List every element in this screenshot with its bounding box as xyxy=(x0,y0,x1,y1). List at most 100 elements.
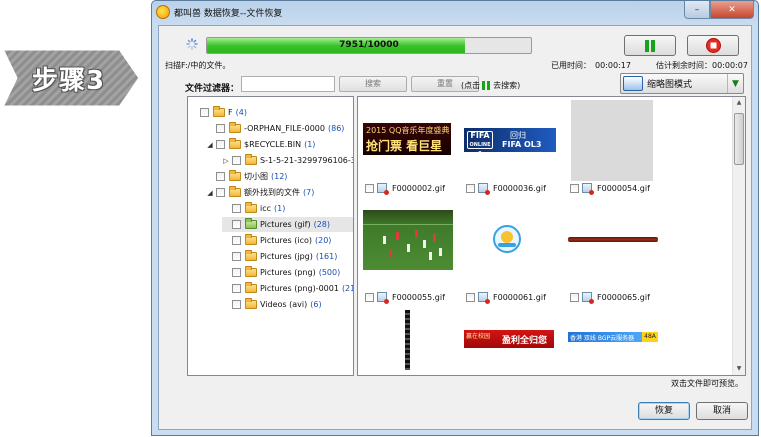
stop-button[interactable] xyxy=(687,35,739,56)
filter-input[interactable] xyxy=(241,76,335,92)
tree-item-count: (1) xyxy=(274,204,286,213)
thumbnail-checkbox[interactable] xyxy=(570,292,579,302)
tree-item[interactable]: Pictures (ico) (20) xyxy=(222,233,331,248)
tree-item[interactable]: Videos (avi) (6) xyxy=(222,297,322,312)
player-figure xyxy=(407,244,410,252)
player-figure xyxy=(423,240,426,248)
tree-expander-icon[interactable]: ◢ xyxy=(206,189,214,197)
tree-item[interactable]: ◢ 额外找到的文件 (7) xyxy=(206,185,314,200)
image-file-icon xyxy=(478,183,490,195)
tree-item-count: (12) xyxy=(271,172,288,181)
tree-item-checkbox[interactable] xyxy=(232,236,241,245)
badge-graphic xyxy=(493,225,521,253)
thumbnail-filename: F0000036.gif xyxy=(493,183,546,193)
tree-item-count: (86) xyxy=(327,124,345,133)
elapsed-value: 00:00:17 xyxy=(595,61,631,70)
folder-icon xyxy=(245,298,257,309)
tree-expander-icon[interactable]: ◢ xyxy=(206,141,214,149)
cancel-button[interactable]: 取消 xyxy=(696,402,748,420)
pause-button[interactable] xyxy=(624,35,676,56)
elapsed-time: 已用时间： 00:00:17 xyxy=(551,60,631,71)
thumbnail-image[interactable] xyxy=(571,100,653,181)
tree-item-checkbox[interactable] xyxy=(232,268,241,277)
folder-icon xyxy=(245,234,257,245)
tree-item-label: Pictures (png)-0001 xyxy=(260,284,339,293)
scrollbar-thumb[interactable] xyxy=(734,113,744,165)
close-window-button[interactable]: ✕ xyxy=(710,1,754,19)
thumbnail-image[interactable] xyxy=(363,210,453,270)
fifa-logo: FIFA ONLINE 3 xyxy=(467,131,493,152)
tree-item-label: 切小图 xyxy=(244,172,268,181)
tree-item-checkbox[interactable] xyxy=(232,220,241,229)
tree-item[interactable]: F (4) xyxy=(190,105,247,120)
folder-icon xyxy=(245,250,257,261)
thumbnail-checkbox[interactable] xyxy=(365,292,374,302)
thumbnail-view-icon xyxy=(623,76,643,91)
search-button[interactable]: 搜索 xyxy=(339,76,407,92)
thumbnail-image[interactable] xyxy=(491,223,523,255)
tree-item[interactable]: Pictures (png)-0001 (21 xyxy=(222,281,354,296)
tree-item-checkbox[interactable] xyxy=(232,204,241,213)
hint-prefix: (点击 xyxy=(461,81,481,90)
recover-button[interactable]: 恢复 xyxy=(638,402,690,420)
tree-item-count: (4) xyxy=(235,108,247,117)
minimize-button[interactable]: – xyxy=(684,1,710,19)
folder-icon xyxy=(229,138,241,149)
banner-line: 香港 双线 BGP云服务器 xyxy=(570,335,635,342)
tree-item-checkbox[interactable] xyxy=(232,284,241,293)
dropdown-arrow-icon[interactable]: ▼ xyxy=(727,74,743,93)
tree-item[interactable]: ◢ $RECYCLE.BIN (1) xyxy=(206,137,315,152)
tree-expander-icon[interactable]: ▷ xyxy=(222,157,230,165)
tree-item-checkbox[interactable] xyxy=(216,172,225,181)
thumbnail-checkbox[interactable] xyxy=(466,292,475,302)
pause-icon xyxy=(482,81,491,90)
image-file-icon xyxy=(377,183,389,195)
tree-item[interactable]: -ORPHAN_FILE-0000 (86) xyxy=(206,121,344,136)
thumbnail-image[interactable]: 赢在校园 盈利全归您 xyxy=(464,330,554,348)
window-title: 都叫兽 数据恢复--文件恢复 xyxy=(174,9,283,19)
thumbnail-image[interactable]: FIFAONLINE 3回归FIFA OL3 xyxy=(464,128,556,152)
tree-item-count: (21 xyxy=(341,284,354,293)
banner-line: 赢在校园 xyxy=(466,333,491,340)
banner-line: 抢门票 看巨星 xyxy=(366,139,443,153)
tree-item-checkbox[interactable] xyxy=(216,140,225,149)
thumbnail-filename: F0000054.gif xyxy=(597,183,650,193)
thumbnail-caption: F0000055.gif xyxy=(365,292,445,304)
tree-item-checkbox[interactable] xyxy=(216,124,225,133)
thumbnail-scrollbar[interactable]: ▲ ▼ xyxy=(732,97,745,375)
tree-item-checkbox[interactable] xyxy=(232,156,241,165)
tree-item[interactable]: Pictures (jpg) (161) xyxy=(222,249,337,264)
thumbnail-image[interactable] xyxy=(405,310,410,370)
thumbnail-filename: F0000065.gif xyxy=(597,292,650,302)
banner-line: 2015 QQ音乐年度盛典 xyxy=(366,126,450,135)
thumbnail-caption: F0000065.gif xyxy=(570,292,650,304)
step-badge: 步骤3 xyxy=(2,44,142,112)
scroll-down-icon[interactable]: ▼ xyxy=(733,363,745,375)
thumbnail-grid[interactable]: ▲ ▼ 2015 QQ音乐年度盛典 抢门票 看巨星 F0000002.gif FIFA… xyxy=(357,96,746,376)
folder-tree[interactable]: F (4) -ORPHAN_FILE-0000 (86) ◢ $RECYCLE.BIN (1… xyxy=(187,96,354,376)
elapsed-label: 已用时间： xyxy=(551,61,591,70)
thumbnail-checkbox[interactable] xyxy=(365,183,374,193)
thumbnail-checkbox[interactable] xyxy=(466,183,475,193)
thumbnail-checkbox[interactable] xyxy=(570,183,579,193)
tree-item[interactable]: ▷ S-1-5-21-3299796106-3 xyxy=(222,153,354,168)
thumbnail-image[interactable]: 香港 双线 BGP云服务器 48A xyxy=(568,332,658,342)
title-bar: 都叫兽 数据恢复--文件恢复 – ✕ xyxy=(152,1,758,23)
scroll-up-icon[interactable]: ▲ xyxy=(733,97,745,109)
view-mode-value: 缩略图模式 xyxy=(647,80,693,90)
tree-item[interactable]: Pictures (png) (500) xyxy=(222,265,340,280)
tree-item-label: Pictures (jpg) xyxy=(260,252,313,261)
tree-item-count: (500) xyxy=(318,268,341,277)
banner-line: ONLINE 3 xyxy=(469,142,491,152)
tree-item-label: S-1-5-21-3299796106-3 xyxy=(260,156,354,165)
thumbnail-image[interactable] xyxy=(568,237,658,242)
view-mode-select[interactable]: 缩略图模式 ▼ xyxy=(620,73,744,94)
tree-item-checkbox[interactable] xyxy=(232,252,241,261)
tree-item-checkbox[interactable] xyxy=(216,188,225,197)
tree-item-checkbox[interactable] xyxy=(200,108,209,117)
tree-item[interactable]: 切小图 (12) xyxy=(206,169,287,184)
thumbnail-image[interactable]: 2015 QQ音乐年度盛典抢门票 看巨星 xyxy=(363,123,451,155)
tree-item[interactable]: Pictures (gif) (28) xyxy=(222,217,353,232)
tree-item[interactable]: icc (1) xyxy=(222,201,285,216)
tree-item-checkbox[interactable] xyxy=(232,300,241,309)
